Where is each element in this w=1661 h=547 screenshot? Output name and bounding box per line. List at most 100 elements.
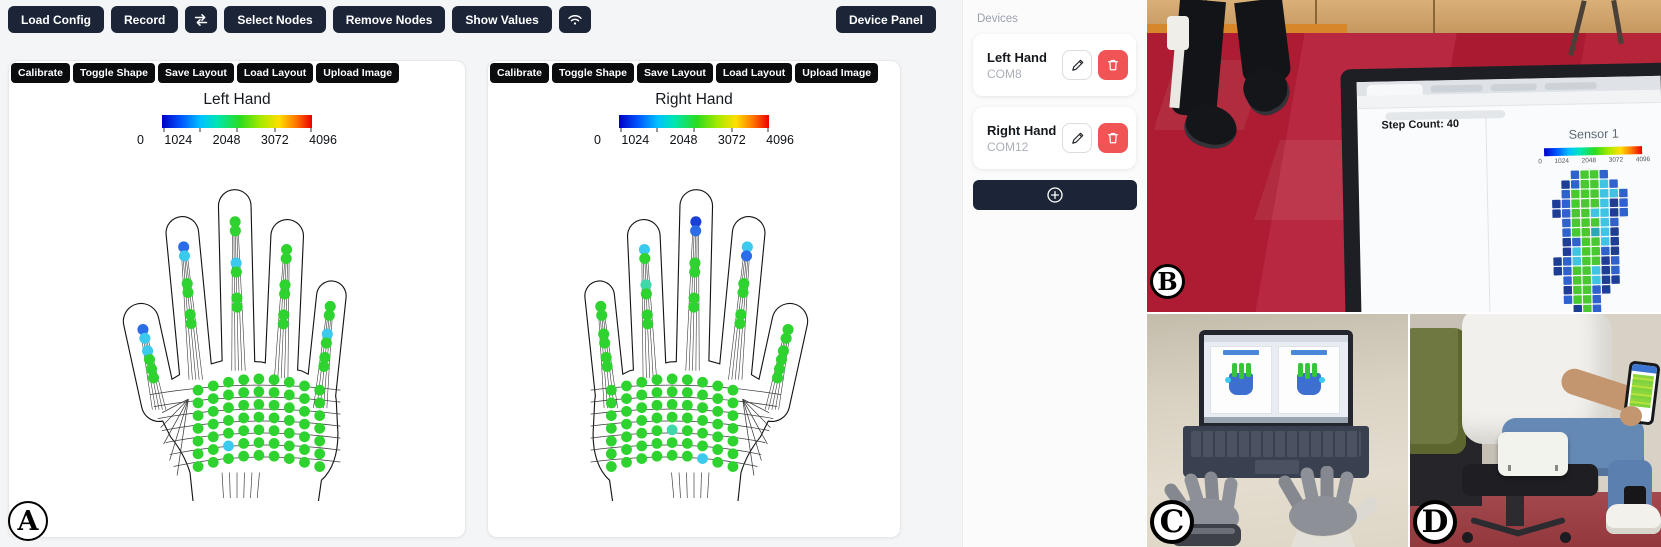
chair-column	[1506, 496, 1524, 526]
device-actions	[1062, 50, 1128, 80]
figure-root: Load Config Record Select Nodes Remove N…	[0, 0, 1661, 547]
color-scale-gradient	[162, 115, 312, 128]
insole-color-scale	[1544, 146, 1643, 157]
photo-walking-insole-test: Step Count: 40 Sensor 1 0 1024 2048 3072…	[1147, 0, 1661, 312]
calibrate-button[interactable]: Calibrate	[490, 63, 549, 83]
plus-circle-icon	[1047, 187, 1063, 203]
show-values-button[interactable]: Show Values	[452, 6, 552, 33]
device-name: Left Hand	[987, 49, 1047, 65]
color-scale-labels: 0 1024 2048 3072 4096	[594, 133, 794, 147]
mini-hand-heatmap	[1225, 363, 1256, 397]
browser-tab	[1430, 84, 1483, 93]
scale-tick-0: 0	[594, 133, 601, 147]
tick: 3072	[1608, 156, 1624, 164]
panel-divider	[1485, 115, 1492, 312]
toggle-shape-button[interactable]: Toggle Shape	[72, 63, 155, 83]
taskbar	[1204, 417, 1348, 423]
right-hand-color-scale: 0 1024 2048 3072 4096	[594, 115, 794, 147]
scale-tick-4096: 4096	[309, 133, 337, 147]
sensor-title: Sensor 1	[1568, 126, 1619, 142]
photo-strip: Step Count: 40 Sensor 1 0 1024 2048 3072…	[1147, 0, 1661, 547]
scale-tick-2048: 2048	[212, 133, 241, 147]
panel-label-a: A	[8, 501, 48, 541]
upload-image-button[interactable]: Upload Image	[316, 63, 400, 83]
save-layout-button[interactable]: Save Layout	[158, 63, 234, 83]
refresh-button[interactable]	[185, 6, 218, 33]
select-nodes-button[interactable]: Select Nodes	[224, 6, 326, 33]
devices-panel-title: Devices	[977, 13, 1018, 25]
toggle-shape-button[interactable]: Toggle Shape	[551, 63, 634, 83]
scale-tick-3072: 3072	[260, 133, 289, 147]
insole-scale-labels: 0 1024 2048 3072 4096	[1538, 156, 1650, 165]
chair-wheel	[1462, 532, 1473, 543]
load-layout-button[interactable]: Load Layout	[715, 63, 793, 83]
mini-hand-heatmap	[1294, 363, 1325, 397]
calibrate-button[interactable]: Calibrate	[11, 63, 70, 83]
scale-tick-3072: 3072	[717, 133, 746, 147]
edit-device-button[interactable]	[1062, 123, 1092, 153]
chair-wheel	[1560, 532, 1571, 543]
browser-tab	[1490, 83, 1537, 92]
pane-header	[1223, 350, 1259, 355]
edit-device-button[interactable]	[1062, 50, 1092, 80]
glove-app-panel: Load Config Record Select Nodes Remove N…	[0, 0, 962, 547]
upload-image-button[interactable]: Upload Image	[795, 63, 879, 83]
trash-icon	[1107, 132, 1119, 144]
load-layout-button[interactable]: Load Layout	[236, 63, 314, 83]
device-port: COM12	[987, 139, 1029, 154]
keyboard	[1191, 431, 1361, 457]
photo-seated-user-phone: D	[1410, 314, 1661, 547]
device-actions	[1062, 123, 1128, 153]
right-hand-card: Calibrate Toggle Shape Save Layout Load …	[487, 60, 901, 538]
color-scale-ticks	[162, 128, 312, 132]
laptop-screen: Step Count: 40 Sensor 1 0 1024 2048 3072…	[1356, 75, 1661, 312]
add-device-button[interactable]	[973, 180, 1137, 210]
pencil-icon	[1071, 132, 1083, 144]
left-hand-visualization[interactable]	[67, 149, 407, 501]
ankle-device	[1167, 16, 1189, 50]
browser-tab	[1544, 82, 1597, 91]
wifi-button[interactable]	[558, 6, 591, 33]
left-hand-color-scale: 0 1024 2048 3072 4096	[137, 115, 337, 147]
scale-tick-1024: 1024	[164, 133, 193, 147]
device-name: Right Hand	[987, 122, 1057, 138]
load-config-button[interactable]: Load Config	[8, 6, 104, 33]
save-layout-button[interactable]: Save Layout	[637, 63, 713, 83]
pencil-icon	[1071, 59, 1083, 71]
record-button[interactable]: Record	[110, 6, 179, 33]
delete-device-button[interactable]	[1098, 50, 1128, 80]
laptop-screen	[1199, 330, 1353, 428]
insole-pressure-heatmap	[1552, 169, 1629, 312]
right-hand-visualization[interactable]	[524, 149, 864, 501]
phone-heatmap	[1629, 373, 1655, 409]
tick: 0	[1538, 158, 1542, 166]
panel-label-d: D	[1413, 500, 1457, 544]
device-info: Left Hand COM8	[987, 50, 1047, 81]
left-hand-pane	[1210, 346, 1272, 414]
scale-tick-4096: 4096	[766, 133, 794, 147]
device-panel-button[interactable]: Device Panel	[835, 6, 936, 33]
sneaker	[1606, 504, 1661, 534]
device-card-left-hand[interactable]: Left Hand COM8	[973, 34, 1136, 96]
color-scale-ticks	[619, 128, 769, 132]
tick: 1024	[1554, 157, 1570, 166]
laptop: Step Count: 40 Sensor 1 0 1024 2048 3072…	[1340, 62, 1661, 312]
refresh-icon	[195, 13, 208, 26]
device-card-right-hand[interactable]: Right Hand COM12	[973, 107, 1136, 169]
panel-label-c: C	[1150, 500, 1194, 544]
color-scale-labels: 0 1024 2048 3072 4096	[137, 133, 337, 147]
tick: 2048	[1581, 157, 1597, 165]
right-hand-card-actions: Calibrate Toggle Shape Save Layout Load …	[490, 63, 879, 83]
person-hand	[1620, 406, 1642, 426]
green-pillow	[1410, 328, 1466, 454]
trash-icon	[1107, 59, 1119, 71]
main-toolbar: Load Config Record Select Nodes Remove N…	[8, 6, 954, 33]
delete-device-button[interactable]	[1098, 123, 1128, 153]
scale-tick-2048: 2048	[669, 133, 698, 147]
glove-right-worn	[1278, 466, 1378, 547]
color-scale-gradient	[619, 115, 769, 128]
device-port: COM8	[987, 66, 1022, 81]
left-hand-card-actions: Calibrate Toggle Shape Save Layout Load …	[11, 63, 400, 83]
remove-nodes-button[interactable]: Remove Nodes	[332, 6, 446, 33]
pane-header	[1291, 350, 1327, 355]
